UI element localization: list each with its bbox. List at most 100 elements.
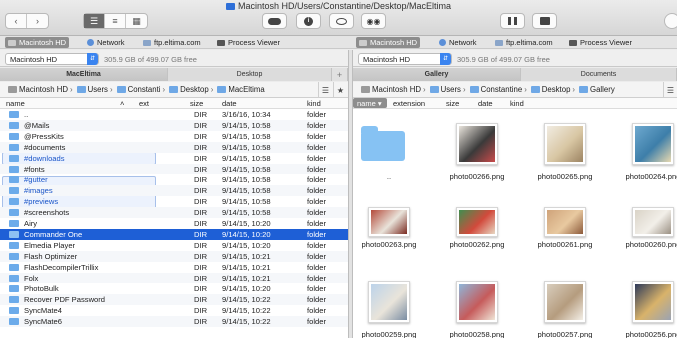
file-row[interactable]: #documents DIR 9/14/15, 10:58 folder	[0, 141, 348, 153]
gallery-image[interactable]: photo00266.png	[433, 123, 521, 193]
gallery-image[interactable]: photo00258.png	[433, 281, 521, 338]
crumb-maceltima[interactable]: MacEltima	[215, 85, 265, 94]
menu-button[interactable]: ☰	[318, 82, 332, 98]
crumb-constantine[interactable]: Constanti	[115, 85, 161, 94]
fav-ftp-right[interactable]: ftp.eltima.com	[492, 37, 556, 48]
file-row[interactable]: Commander One DIR 9/14/15, 10:20 folder	[0, 228, 348, 240]
info-button[interactable]: i	[296, 13, 321, 29]
chevron-right-icon: ›	[69, 85, 73, 94]
fav-network-right[interactable]: Network	[436, 37, 480, 48]
file-name: #fonts	[24, 164, 45, 174]
file-row[interactable]: @PressKits DIR 9/14/15, 10:58 folder	[0, 131, 348, 142]
file-kind: folder	[307, 251, 326, 261]
folder-icon	[9, 274, 19, 282]
file-row[interactable]: .. DIR 3/16/16, 10:34 folder	[0, 109, 348, 120]
col-size[interactable]: size	[190, 99, 203, 108]
col-kind[interactable]: kind	[307, 99, 321, 108]
file-row[interactable]: FlashDecompilerTrillix DIR 9/14/15, 10:21 f…	[0, 262, 348, 273]
quick-look-button[interactable]	[329, 13, 354, 29]
tab-gallery[interactable]: Gallery	[353, 68, 521, 81]
toggle-button[interactable]	[262, 13, 287, 29]
file-row[interactable]: #gutter DIR 9/14/15, 10:58 folder	[0, 174, 348, 185]
fav-macintosh-hd-right[interactable]: Macintosh HD	[356, 37, 421, 48]
file-date: 3/16/16, 10:34	[222, 110, 271, 119]
left-drive-selector[interactable]: Macintosh HD ⇵	[5, 53, 99, 65]
right-column-header: name ▾ extension size date kind	[353, 98, 677, 109]
col-extension[interactable]: extension	[393, 99, 425, 108]
grid-view-button[interactable]: ▦	[126, 14, 147, 28]
file-row[interactable]: #fonts DIR 9/14/15, 10:58 folder	[0, 163, 348, 175]
file-row[interactable]: Flash Optimizer DIR 9/14/15, 10:21 folder	[0, 250, 348, 262]
toolbar-overflow-button[interactable]	[664, 13, 677, 29]
fav-ftp-left[interactable]: ftp.eltima.com	[140, 37, 204, 48]
gallery-image[interactable]: photo00265.png	[521, 123, 609, 193]
file-date: 9/14/15, 10:58	[222, 186, 271, 196]
list-view-button[interactable]: ☰	[84, 14, 105, 28]
search-button[interactable]: ◉◉	[361, 13, 386, 29]
col-size[interactable]: size	[446, 99, 459, 108]
file-kind: folder	[307, 229, 326, 239]
crumb-macintosh-hd[interactable]: Macintosh HD	[6, 85, 68, 94]
gallery-image[interactable]: photo00263.png	[353, 201, 433, 271]
panels-button[interactable]	[500, 13, 525, 29]
file-row[interactable]: @Mails DIR 9/14/15, 10:58 folder	[0, 119, 348, 131]
right-drive-selector[interactable]: Macintosh HD ⇵	[358, 53, 452, 65]
file-row[interactable]: Recover PDF Password DIR 9/14/15, 10:22 fol…	[0, 294, 348, 306]
crumb-constantine[interactable]: Constantine	[468, 85, 522, 94]
crumb-users[interactable]: Users	[428, 85, 461, 94]
file-row[interactable]: Folx DIR 9/14/15, 10:21 folder	[0, 272, 348, 284]
gallery-image[interactable]: photo00264.png	[609, 123, 677, 193]
add-tab-button[interactable]: +	[332, 68, 348, 81]
gallery-image[interactable]: photo00257.png	[521, 281, 609, 338]
sort-name-pill[interactable]: name ▾	[353, 98, 387, 108]
file-row[interactable]: Elmedia Player DIR 9/14/15, 10:20 folder	[0, 240, 348, 251]
terminal-button[interactable]	[532, 13, 557, 29]
gallery-image[interactable]: photo00261.png	[521, 201, 609, 271]
fav-process-viewer-left[interactable]: Process Viewer	[214, 37, 283, 48]
favorite-button[interactable]: ★	[333, 82, 347, 98]
file-name: Elmedia Player	[24, 240, 76, 250]
file-kind: folder	[307, 295, 326, 305]
chevron-down-icon: ▾	[377, 99, 382, 108]
gallery-folder[interactable]: ..	[353, 123, 433, 193]
columns-view-button[interactable]: ≡	[105, 14, 126, 28]
view-mode-control: ☰ ≡ ▦	[83, 13, 148, 29]
col-kind[interactable]: kind	[510, 99, 524, 108]
menu-button[interactable]: ☰	[663, 82, 677, 98]
col-date[interactable]: date	[478, 99, 493, 108]
fav-network-left[interactable]: Network	[84, 37, 128, 48]
file-size: DIR	[194, 197, 208, 207]
file-row[interactable]: #previews DIR 9/14/15, 10:58 folder	[0, 196, 348, 207]
file-row[interactable]: #images DIR 9/14/15, 10:58 folder	[0, 185, 348, 197]
col-ext[interactable]: ext	[139, 99, 149, 108]
file-row[interactable]: PhotoBulk DIR 9/14/15, 10:20 folder	[0, 283, 348, 294]
gallery-image[interactable]: photo00256.png	[609, 281, 677, 338]
folder-icon	[76, 86, 86, 93]
file-row[interactable]: #downloads DIR 9/14/15, 10:58 folder	[0, 153, 348, 164]
crumb-macintosh-hd[interactable]: Macintosh HD	[359, 85, 421, 94]
forward-button[interactable]: ›	[27, 14, 48, 28]
gallery-image[interactable]: photo00260.png	[609, 201, 677, 271]
crumb-users[interactable]: Users	[75, 85, 108, 94]
file-row[interactable]: #screenshots DIR 9/14/15, 10:58 folder	[0, 207, 348, 218]
gallery-image[interactable]: photo00259.png	[353, 281, 433, 338]
file-row[interactable]: SyncMate4 DIR 9/14/15, 10:22 folder	[0, 305, 348, 316]
file-date: 9/14/15, 10:58	[222, 131, 271, 141]
tab-maceltima[interactable]: MacEltima	[0, 68, 168, 81]
crumb-desktop[interactable]: Desktop	[529, 85, 570, 94]
tab-desktop[interactable]: Desktop	[168, 68, 332, 81]
sort-asc-icon: ˄	[120, 99, 125, 108]
fav-macintosh-hd-left[interactable]: Macintosh HD	[5, 37, 70, 48]
back-button[interactable]: ‹	[6, 14, 28, 28]
crumb-gallery[interactable]: Gallery	[577, 85, 615, 94]
file-row[interactable]: SyncMate6 DIR 9/14/15, 10:22 folder	[0, 316, 348, 327]
fav-process-viewer-right[interactable]: Process Viewer	[566, 37, 635, 48]
file-row[interactable]: Airy DIR 9/14/15, 10:20 folder	[0, 218, 348, 229]
file-date: 9/14/15, 10:58	[222, 120, 271, 130]
tab-documents[interactable]: Documents	[521, 68, 677, 81]
col-name[interactable]: name	[6, 99, 25, 108]
file-date: 9/14/15, 10:22	[222, 295, 271, 305]
col-date[interactable]: date	[222, 99, 237, 108]
crumb-desktop[interactable]: Desktop	[167, 85, 209, 94]
gallery-image[interactable]: photo00262.png	[433, 201, 521, 271]
